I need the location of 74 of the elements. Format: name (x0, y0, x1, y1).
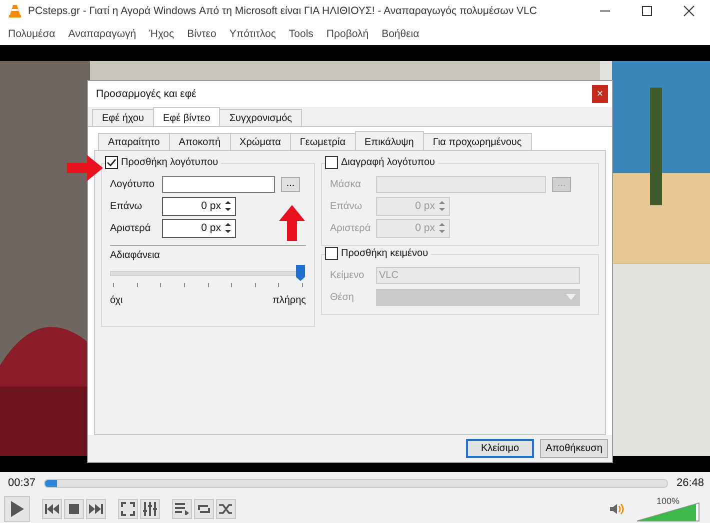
fullscreen-icon (121, 502, 135, 516)
total-time: 26:48 (676, 477, 704, 489)
fullscreen-button[interactable] (118, 498, 138, 518)
tab[interactable]: Συγχρονισμός (219, 109, 302, 126)
stop-button[interactable] (64, 498, 84, 518)
next-icon (89, 504, 103, 514)
stop-icon (69, 504, 79, 514)
play-icon (10, 500, 24, 516)
spinner-arrows-icon[interactable] (223, 220, 233, 236)
slider-label: Αδιαφάνεια (110, 250, 161, 261)
loop-icon (197, 502, 211, 514)
previous-button[interactable] (42, 498, 62, 518)
arrow-drawing (67, 155, 103, 181)
field-label: Αριστερά (330, 222, 372, 234)
spin-field[interactable]: 0 px (162, 196, 236, 216)
spinner-arrows-icon[interactable] (223, 198, 233, 214)
tab[interactable]: Επικάλυψη (354, 131, 424, 150)
menu-item[interactable]: Tools (288, 28, 314, 40)
close-button[interactable]: × (592, 85, 608, 103)
sliders-icon (143, 502, 157, 516)
tab[interactable]: Για προχωρημένους (422, 133, 532, 150)
arrow-drawing (279, 205, 305, 241)
checkbox[interactable] (325, 247, 338, 260)
checkbox[interactable] (325, 156, 338, 169)
shuffle-button[interactable] (216, 498, 236, 518)
field-label: Επάνω (110, 200, 144, 212)
slider-max-label: πλήρης (272, 295, 306, 306)
dialog-button[interactable]: Κλείσιμο (466, 439, 534, 458)
field-label: Κείμενο (330, 270, 366, 280)
shuffle-icon (219, 502, 233, 514)
slider-handle[interactable] (296, 265, 305, 281)
next-button[interactable] (86, 498, 106, 518)
slider-min-label: όχι (110, 295, 123, 306)
menu-item[interactable]: Αναπαραγωγή (68, 28, 136, 40)
menu-item[interactable]: Βοήθεια (382, 28, 420, 40)
dropdown-arrow-icon (566, 294, 576, 300)
cone-icon (8, 4, 22, 18)
input-field[interactable] (162, 176, 275, 192)
elapsed-time: 00:37 (8, 477, 36, 489)
loop-button[interactable] (194, 498, 214, 518)
maximize-icon[interactable] (641, 5, 653, 17)
browse-button[interactable]: ... (281, 176, 300, 192)
tab[interactable]: Γεωμετρία (290, 133, 356, 150)
dialog-title: Προσαρμογές και εφέ (96, 88, 196, 100)
tab[interactable]: Αποκοπή (168, 133, 231, 150)
menu-item[interactable]: Ήχος (149, 28, 174, 40)
tab[interactable]: Απαραίτητο (98, 133, 170, 150)
window-title: PCsteps.gr - Γιατί η Αγορά Windows Από τη Microsoft είναι ΓΙΑ ΗΛΙΘΙΟΥΣ! - Αναπαραγωγός πολυμέσων VLC (28, 5, 538, 17)
tab[interactable]: Χρώματα (230, 133, 291, 150)
field-label: Επάνω (330, 200, 364, 212)
field-label: Μάσκα (330, 178, 362, 190)
checkbox-label: Προσθήκη κειμένου (341, 248, 428, 259)
field-label: Αριστερά (110, 222, 152, 234)
field-label: Θέση (330, 292, 355, 302)
menu-item[interactable]: Πολυμέσα (8, 28, 56, 40)
menu-item[interactable]: Υπότιτλος (229, 28, 276, 40)
checkbox-label: Διαγραφή λογότυπου (341, 157, 436, 168)
menu-item[interactable]: Προβολή (326, 28, 369, 40)
field-label: Λογότυπο (110, 178, 156, 190)
checkbox[interactable] (105, 156, 118, 169)
playlist-button[interactable] (172, 498, 192, 518)
play-button[interactable] (4, 496, 30, 522)
previous-icon (45, 504, 59, 514)
volume-label: 100% (656, 496, 680, 506)
spin-field[interactable]: 0 px (162, 218, 236, 238)
equalizer-button[interactable] (140, 498, 160, 518)
dialog-button[interactable]: Αποθήκευση (540, 439, 608, 458)
menu-item[interactable]: Βίντεο (187, 28, 216, 40)
close-icon[interactable] (683, 5, 695, 17)
speaker-icon[interactable] (610, 502, 624, 514)
checkbox-label: Προσθήκη λογότυπου (121, 157, 218, 168)
tab[interactable]: Εφέ ήχου (92, 109, 154, 126)
tab[interactable]: Εφέ βίντεο (152, 107, 220, 126)
playlist-icon (175, 502, 189, 514)
